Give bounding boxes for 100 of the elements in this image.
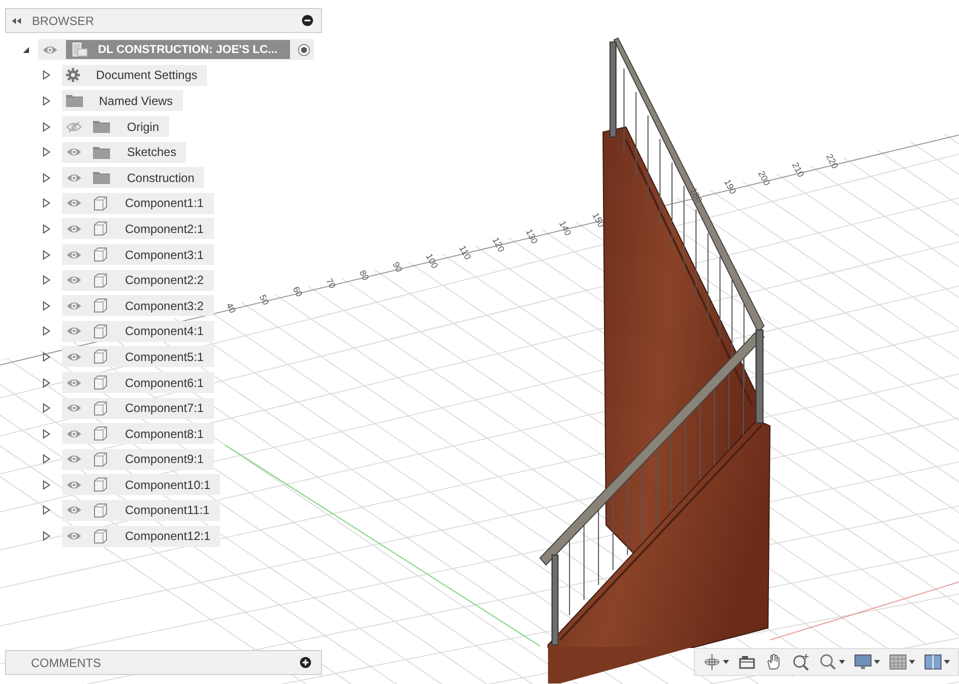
tree-item[interactable]: Component10:1 <box>62 474 220 496</box>
toolbar-button[interactable] <box>792 653 810 671</box>
expand-triangle-icon[interactable] <box>42 326 51 336</box>
expand-triangle-icon[interactable] <box>42 70 51 80</box>
eye-icon[interactable] <box>66 146 82 158</box>
ruler-label: 90 <box>390 260 404 274</box>
caret-icon <box>839 660 845 664</box>
expand-triangle-icon[interactable] <box>42 275 51 286</box>
expand-triangle-icon[interactable] <box>42 198 51 208</box>
toolbar-button[interactable] <box>854 653 880 671</box>
tree-item[interactable]: Component9:1 <box>62 448 214 470</box>
expand-triangle-icon[interactable] <box>42 147 51 158</box>
cube-icon <box>93 375 108 390</box>
expand-triangle-icon[interactable] <box>42 428 51 439</box>
expand-triangle-icon[interactable] <box>42 454 51 464</box>
tree-item[interactable]: Construction <box>62 167 204 188</box>
cube-icon <box>93 426 108 442</box>
expand-triangle-icon[interactable] <box>42 96 51 106</box>
expand-triangle-icon[interactable] <box>42 224 51 234</box>
eye-icon[interactable] <box>66 428 82 440</box>
collapse-triangle-icon[interactable] <box>22 46 31 54</box>
ruler-label: 130 <box>524 227 540 246</box>
orbit-icon <box>703 653 721 671</box>
ruler-label: 100 <box>424 252 440 270</box>
tree-item[interactable]: Component6:1 <box>62 372 214 394</box>
ruler-label: 70 <box>324 276 338 290</box>
ruler-label: 150 <box>590 211 606 229</box>
caret-icon <box>909 660 915 664</box>
tree-item[interactable]: Sketches <box>62 142 186 163</box>
eye-icon[interactable] <box>66 478 82 491</box>
tree-item[interactable]: Component8:1 <box>62 423 214 444</box>
tree-item[interactable]: Component3:1 <box>62 244 214 266</box>
toolbar-button[interactable] <box>924 653 950 671</box>
viewports-icon <box>924 653 942 671</box>
activate-radio[interactable] <box>298 44 310 56</box>
eye-icon[interactable] <box>66 248 82 261</box>
eye-icon[interactable] <box>66 222 82 235</box>
plus-circle-icon[interactable] <box>300 657 311 668</box>
eye-icon[interactable] <box>66 350 82 363</box>
expand-triangle-icon[interactable] <box>42 403 51 414</box>
expand-triangle-icon[interactable] <box>42 505 51 516</box>
expand-triangle-icon[interactable] <box>42 172 51 183</box>
cube-icon <box>93 400 108 416</box>
tree-item[interactable]: Component1:1 <box>62 192 214 214</box>
ruler-label: 140 <box>557 219 574 238</box>
toolbar-button[interactable] <box>703 653 729 671</box>
caret-icon <box>874 660 880 664</box>
cube-icon <box>93 349 108 364</box>
cube-icon <box>93 477 108 492</box>
tree-item[interactable]: Component3:2 <box>62 295 214 316</box>
eye-icon[interactable] <box>66 197 82 210</box>
eye-icon[interactable] <box>66 172 82 184</box>
tree-item-label: DL CONSTRUCTION: JOE'S LC... <box>98 44 278 56</box>
folder-icon <box>93 146 110 159</box>
grid-icon <box>889 653 907 671</box>
collapse-panel-icon[interactable] <box>12 16 22 24</box>
cube-icon <box>93 324 108 339</box>
cube-icon <box>93 452 108 467</box>
tree-item[interactable]: Document Settings <box>62 64 208 86</box>
panel-title: COMMENTS <box>31 656 102 670</box>
eye-icon[interactable] <box>66 453 82 466</box>
tree-item[interactable]: Origin <box>62 116 170 138</box>
expand-triangle-icon[interactable] <box>42 122 51 132</box>
eye-icon[interactable] <box>66 274 82 286</box>
expand-triangle-icon[interactable] <box>42 300 51 311</box>
tree-item[interactable]: Component2:2 <box>62 270 214 291</box>
eye-icon[interactable] <box>66 300 82 312</box>
expand-triangle-icon[interactable] <box>42 352 51 362</box>
folder-icon <box>93 120 110 134</box>
caret-icon <box>723 660 729 664</box>
eye-icon[interactable] <box>66 325 82 338</box>
gear-icon <box>66 68 80 82</box>
eye-icon[interactable] <box>66 376 82 389</box>
expand-triangle-icon[interactable] <box>42 378 51 388</box>
tree-item[interactable]: Component12:1 <box>62 526 220 547</box>
tree-item[interactable]: Component5:1 <box>62 346 214 368</box>
tree-item[interactable]: Component4:1 <box>62 320 214 342</box>
toolbar-button[interactable] <box>738 653 756 671</box>
tree-item[interactable]: Component11:1 <box>62 500 220 521</box>
zoom-in-icon <box>792 653 810 671</box>
ruler-label: 120 <box>490 236 507 254</box>
document-icon <box>72 42 88 58</box>
cube-icon <box>93 298 108 314</box>
expand-triangle-icon[interactable] <box>42 250 51 260</box>
eye-icon[interactable] <box>66 504 82 516</box>
eye-icon[interactable] <box>66 530 82 542</box>
panel-title: BROWSER <box>32 14 96 28</box>
toolbar-button[interactable] <box>819 653 845 671</box>
ruler-label: 80 <box>357 268 371 282</box>
toolbar-button[interactable] <box>889 653 915 671</box>
tree-item[interactable]: Named Views <box>62 90 183 112</box>
expand-triangle-icon[interactable] <box>42 531 51 542</box>
eye-icon[interactable] <box>66 402 82 414</box>
eye-icon[interactable] <box>42 44 58 56</box>
ruler-label: 210 <box>790 160 806 179</box>
tree-item[interactable]: Component7:1 <box>62 398 214 419</box>
tree-item[interactable]: Component2:1 <box>62 218 214 240</box>
expand-triangle-icon[interactable] <box>42 480 51 490</box>
ruler-label: 60 <box>290 284 304 298</box>
minus-circle-icon[interactable] <box>302 15 313 26</box>
